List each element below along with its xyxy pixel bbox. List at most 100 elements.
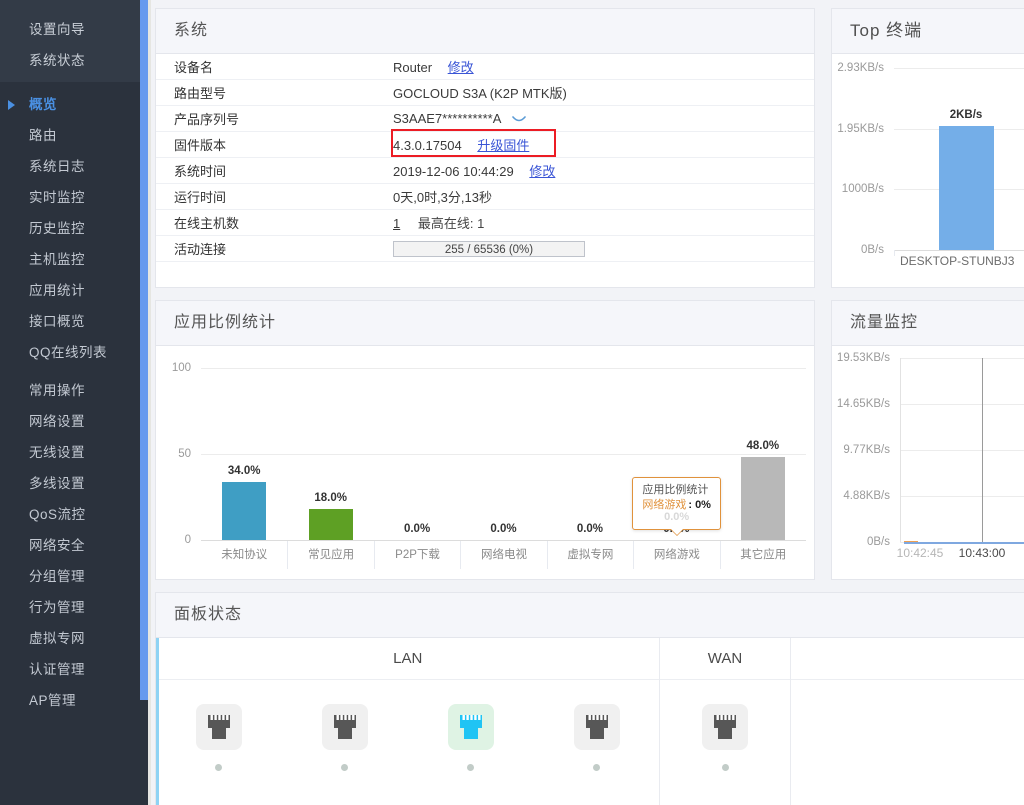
row-key: 在线主机数 [156, 209, 389, 236]
sidebar-item-routing[interactable]: 路由 [0, 120, 140, 151]
chart-x-tick-label: 常见应用 [287, 541, 373, 569]
y-axis-tick-label: 2.93KB/s [837, 62, 884, 74]
port-lan-port-4[interactable] [569, 704, 625, 771]
sidebar-item-qq-online-list[interactable]: QQ在线列表 [0, 337, 140, 368]
top-terminal-card-title: Top 终端 [832, 9, 1024, 54]
panel-column-extra-group [789, 638, 1024, 805]
app-ratio-card-title: 应用比例统计 [156, 301, 814, 346]
sidebar-label: QQ在线列表 [29, 345, 108, 360]
system-info-table: 设备名 Router 修改 路由型号 GOCLOUD S3A (K2P MTK版… [156, 54, 814, 262]
port-status-led [467, 764, 475, 771]
y-axis-tick-label: 19.53KB/s [836, 352, 890, 364]
chart-gridline [201, 368, 806, 369]
router-model-value: GOCLOUD S3A (K2P MTK版) [393, 86, 567, 101]
table-row-system-time: 系统时间 2019-12-06 10:44:29 修改 [156, 157, 814, 184]
y-axis-tick-label: 50 [178, 448, 191, 460]
chart-x-tick-label: P2P下载 [373, 541, 460, 569]
sidebar-item-host-monitor[interactable]: 主机监控 [0, 244, 140, 275]
sidebar-item-ap-management[interactable]: AP管理 [0, 685, 140, 716]
system-card: 系统 设备名 Router 修改 路由型号 GOCLOUD S3A (K2P M… [155, 8, 815, 288]
sidebar-item-network-settings[interactable]: 网络设置 [0, 406, 140, 437]
online-hosts-count[interactable]: 1 [393, 216, 400, 231]
device-name-value: Router [393, 60, 433, 75]
row-key: 运行时间 [156, 183, 389, 210]
chart-x-tick-label: 其它应用 [719, 541, 806, 569]
upgrade-firmware-link[interactable]: 升级固件 [477, 138, 529, 153]
port-status-led [215, 764, 223, 771]
row-value-cell: 255 / 65536 (0%) [389, 235, 814, 262]
sidebar-scrollbar[interactable] [140, 0, 148, 805]
firmware-version-value: 4.3.0.17504 [393, 138, 462, 153]
sidebar-item-group-management[interactable]: 分组管理 [0, 561, 140, 592]
top-terminal-chart: 0B/s 1000B/s 1.95KB/s 2.93KB/s 2KB/s DESKTOP-… [832, 54, 1024, 288]
eye-reveal-icon[interactable] [512, 112, 527, 122]
system-time-value: 2019-12-06 10:44:29 [393, 164, 514, 179]
sidebar-label: 虚拟专网 [29, 631, 85, 646]
table-row-online-hosts: 在线主机数 1 最高在线: 1 [156, 209, 814, 236]
sidebar-item-app-stats[interactable]: 应用统计 [0, 275, 140, 306]
chart-x-tick-label: DESKTOP-STUNBJ3 [900, 254, 1015, 268]
sidebar-item-multiwan-settings[interactable]: 多线设置 [0, 468, 140, 499]
sidebar-label: 应用统计 [29, 283, 85, 298]
ethernet-port-icon [702, 704, 749, 750]
ethernet-port-icon [321, 704, 368, 750]
edit-device-name-link[interactable]: 修改 [448, 60, 474, 75]
chart-x-tick-label: 虚拟专网 [546, 541, 633, 569]
sidebar-item-common-operations[interactable]: 常用操作 [0, 375, 140, 406]
sidebar-item-network-security[interactable]: 网络安全 [0, 530, 140, 561]
panel-column-label: LAN [156, 638, 660, 680]
sidebar-item-system-status[interactable]: 系统状态 [0, 45, 140, 76]
sidebar-item-wireless-settings[interactable]: 无线设置 [0, 437, 140, 468]
sidebar-item-overview[interactable]: 概览 [0, 89, 140, 120]
y-axis-tick-label: 4.88KB/s [843, 490, 890, 503]
row-key: 活动连接 [156, 235, 389, 262]
ethernet-port-icon [195, 704, 242, 750]
panel-column-label: WAN [660, 638, 790, 680]
sidebar-item-qos-flow-control[interactable]: QoS流控 [0, 499, 140, 530]
chart-gridline [900, 403, 1024, 405]
ethernet-port-icon [447, 704, 494, 750]
active-connections-progress: 255 / 65536 (0%) [393, 240, 585, 257]
table-row-active-connections: 活动连接 255 / 65536 (0%) [156, 235, 814, 262]
sidebar-item-behavior-management[interactable]: 行为管理 [0, 592, 140, 623]
row-key: 路由型号 [156, 79, 389, 106]
panel-column-label [790, 638, 1024, 680]
uptime-value: 0天,0时,3分,13秒 [393, 190, 492, 205]
y-axis-tick-label: 9.77KB/s [843, 443, 890, 456]
sidebar-item-setup-wizard[interactable]: 设置向导 [0, 14, 140, 45]
sidebar-item-vpn[interactable]: 虚拟专网 [0, 623, 140, 654]
sidebar-label: 接口概览 [29, 314, 85, 329]
sidebar-label: 系统状态 [29, 53, 85, 68]
main-content: 系统 设备名 Router 修改 路由型号 GOCLOUD S3A (K2P M… [151, 0, 1024, 805]
peak-online-label: 最高在线: 1 [417, 216, 485, 231]
tooltip-title: 应用比例统计 [642, 484, 709, 496]
chart-gridline [900, 358, 1024, 359]
sidebar-item-auth-management[interactable]: 认证管理 [0, 654, 140, 685]
chart-bar-value-label: 0.0% [490, 523, 517, 535]
row-value-cell: 2019-12-06 10:44:29 修改 [389, 157, 814, 184]
sidebar-label: 设置向导 [29, 22, 85, 37]
sidebar-item-interface-overview[interactable]: 接口概览 [0, 306, 140, 337]
row-value-cell: 0天,0时,3分,13秒 [389, 183, 814, 210]
sidebar-scrollbar-thumb[interactable] [140, 0, 148, 700]
port-wan-port-1[interactable] [697, 704, 753, 771]
sidebar-label: 认证管理 [29, 662, 85, 677]
table-row-router-model: 路由型号 GOCLOUD S3A (K2P MTK版) [156, 79, 814, 106]
edit-system-time-link[interactable]: 修改 [529, 164, 555, 179]
sidebar-label: 系统日志 [29, 159, 85, 174]
sidebar-item-realtime-monitor[interactable]: 实时监控 [0, 182, 140, 213]
sidebar-divider-1 [0, 82, 140, 89]
y-axis-tick-label: 1000B/s [841, 183, 884, 196]
system-card-title: 系统 [156, 9, 814, 54]
chart-bar-value-label: 48.0% [746, 440, 780, 453]
panel-left-accent [156, 638, 159, 805]
sidebar-divider-2 [0, 368, 140, 375]
y-axis-tick-label: 14.65KB/s [836, 397, 890, 410]
port-lan-port-1[interactable] [191, 704, 247, 771]
chart-bar-value-label: 0.0% [403, 523, 431, 535]
port-lan-port-3[interactable] [443, 704, 499, 771]
sidebar-item-history-monitor[interactable]: 历史监控 [0, 213, 140, 244]
chart-bar-value-label: 18.0% [314, 492, 347, 505]
port-lan-port-2[interactable] [317, 704, 373, 771]
sidebar-item-system-log[interactable]: 系统日志 [0, 151, 140, 182]
